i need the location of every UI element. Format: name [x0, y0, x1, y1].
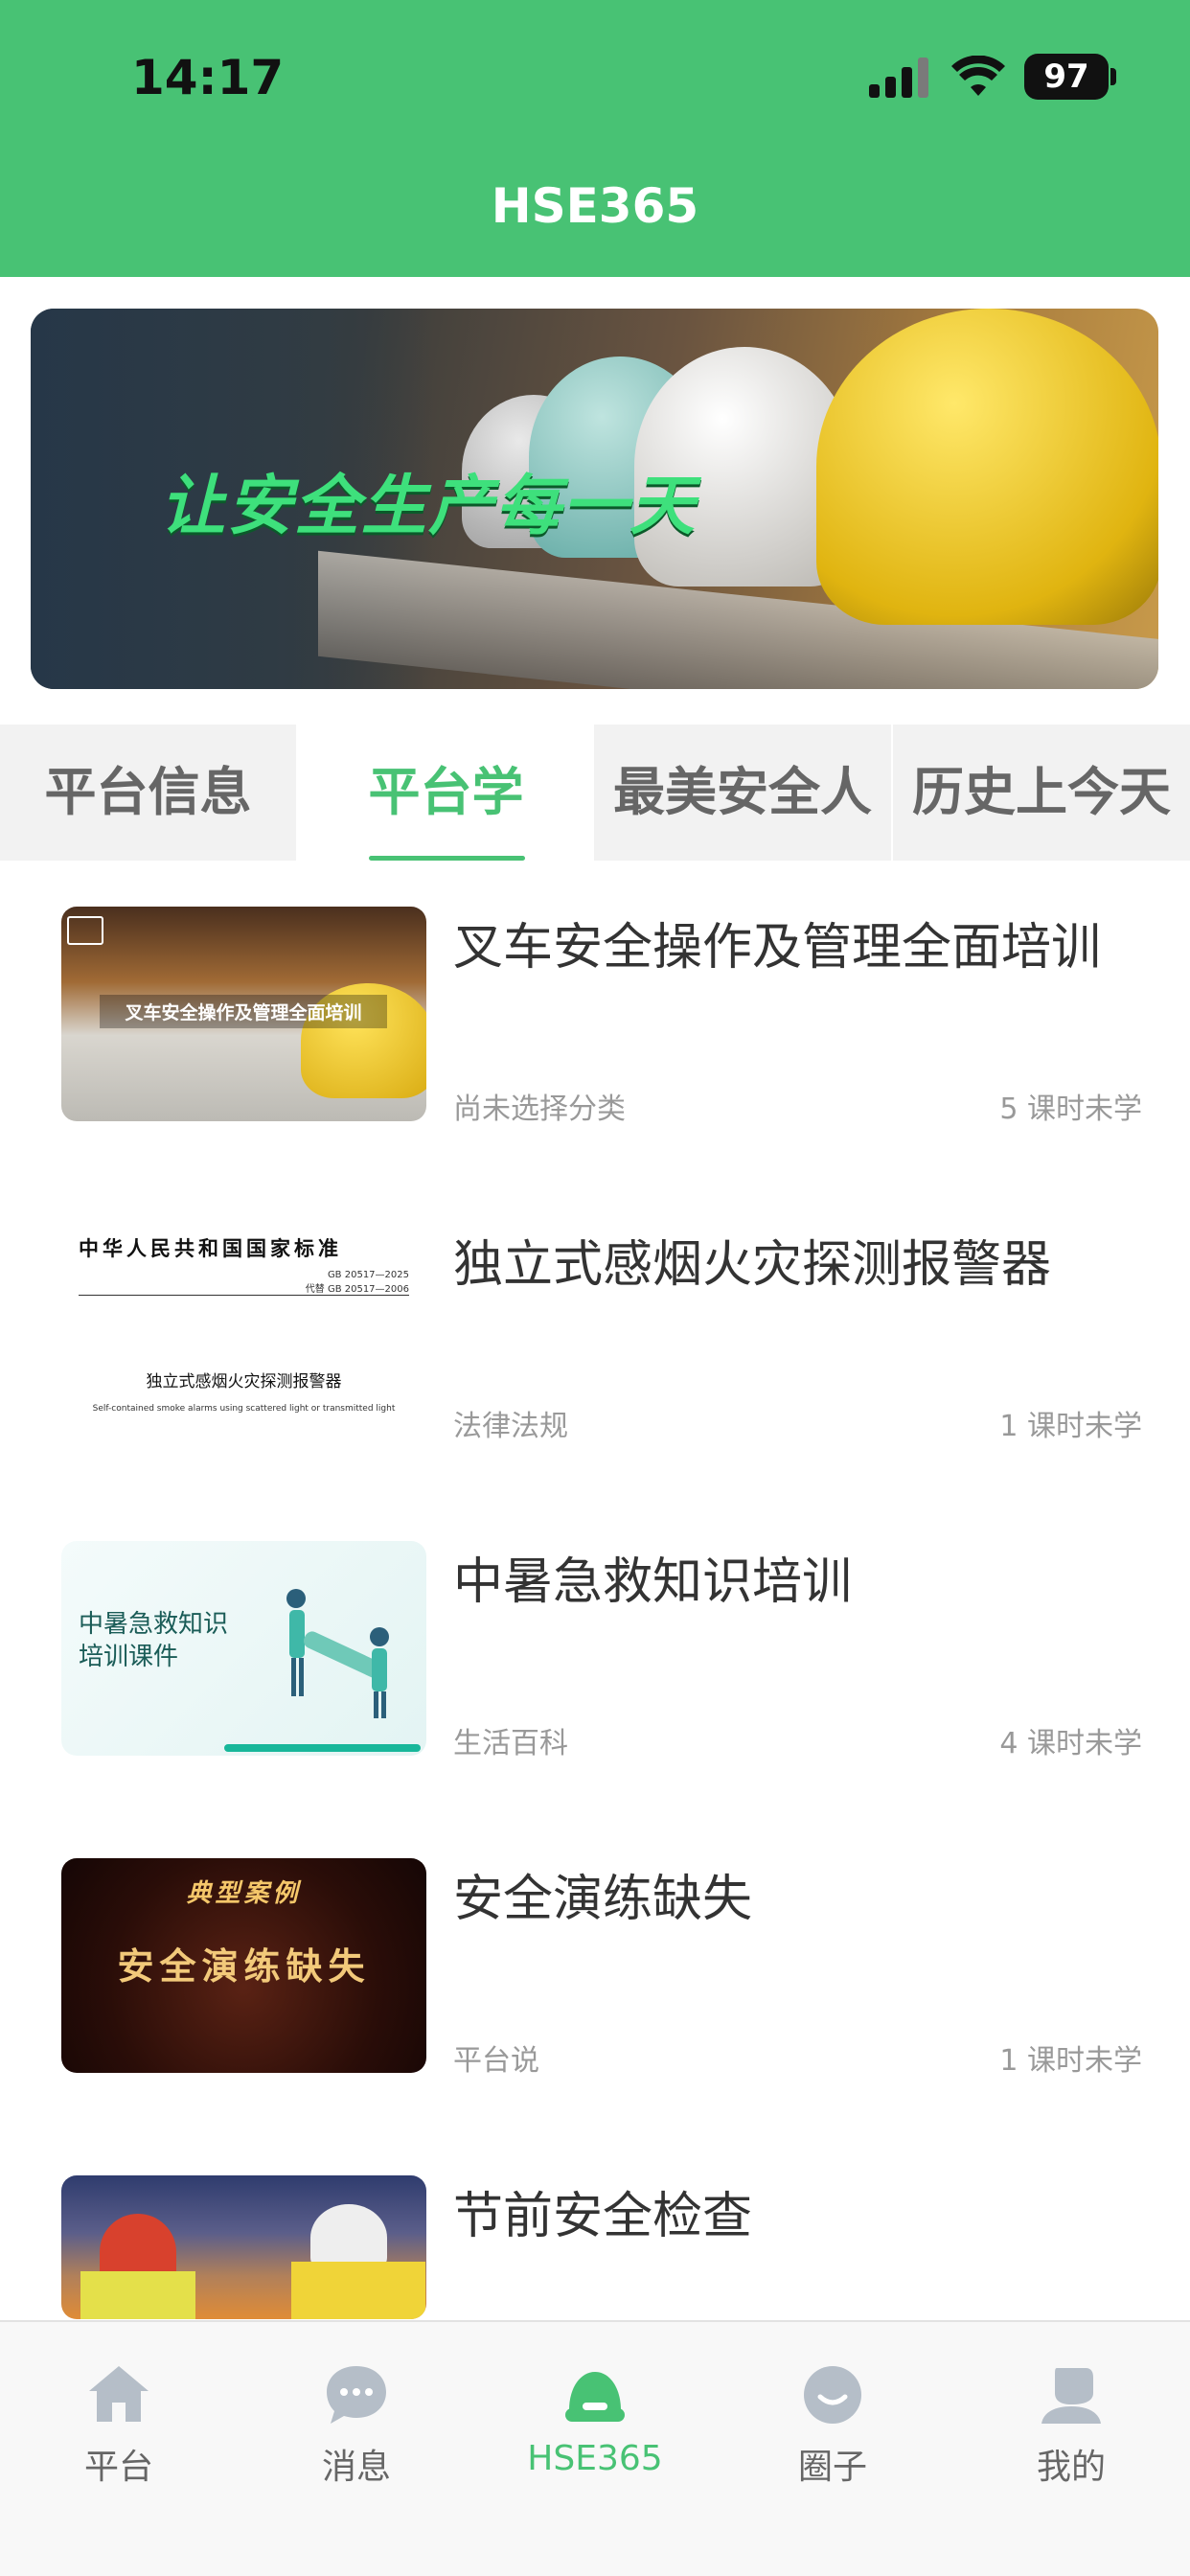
course-lessons-remaining: 4 课时未学 — [999, 1727, 1142, 1760]
home-icon — [89, 2366, 149, 2422]
banner-slogan: 让安全生产每一天 — [160, 469, 698, 544]
course-category: 法律法规 — [453, 1410, 568, 1443]
standard-code: GB 20517—2025 — [327, 1270, 409, 1280]
document-icon — [67, 916, 103, 945]
battery-cap — [1110, 68, 1116, 85]
thumbnail-standard-name: 独立式感烟火灾探测报警器 — [146, 1372, 342, 1392]
course-title: 节前安全检查 — [453, 2188, 753, 2245]
course-title: 安全演练缺失 — [453, 1871, 753, 1928]
tab-safety-heroes[interactable]: 最美安全人 — [594, 724, 891, 861]
thumbnail-standard-english: Self-contained smoke alarms using scatte… — [92, 1404, 396, 1414]
thumbnail-line: 典型案例 — [186, 1879, 302, 1908]
course-title: 中暑急救知识培训 — [453, 1553, 853, 1611]
course-category: 生活百科 — [453, 1727, 568, 1760]
course-thumbnail: 叉车安全操作及管理全面培训 — [61, 907, 426, 1121]
active-tab-indicator — [369, 856, 525, 861]
course-title: 独立式感烟火灾探测报警器 — [453, 1236, 1052, 1294]
nav-label: 圈子 — [797, 2448, 867, 2487]
thumbnail-text: 中暑急救知识 培训课件 — [79, 1608, 228, 1673]
app-header: 14:17 97 HSE365 — [0, 0, 1190, 277]
course-thumbnail: 典型案例 安全演练缺失 — [61, 1858, 426, 2073]
nav-messages[interactable]: 消息 — [280, 2360, 433, 2489]
course-title: 叉车安全操作及管理全面培训 — [453, 919, 1102, 977]
thumbnail-caption: 叉车安全操作及管理全面培训 — [100, 995, 387, 1028]
signal-icon — [869, 58, 930, 98]
course-list-item[interactable]: 中暑急救知识 培训课件 中暑急救知识培训 生活百科 4 课时未学 — [0, 1541, 1190, 1858]
smiley-icon — [804, 2366, 861, 2424]
course-lessons-remaining: 1 课时未学 — [999, 1410, 1142, 1443]
tab-platform-learning[interactable]: 平台学 — [298, 724, 594, 861]
hero-banner[interactable]: 让安全生产每一天 — [31, 309, 1158, 689]
thumbnail-standard-header: 中华人民共和国国家标准 — [79, 1236, 342, 1260]
nav-label: HSE365 — [527, 2439, 663, 2478]
person-icon — [1041, 2368, 1101, 2424]
course-thumbnail: 中暑急救知识 培训课件 — [61, 1541, 426, 1756]
chat-bubble-icon — [327, 2366, 386, 2424]
battery-indicator: 97 — [1024, 54, 1109, 100]
standard-replaces: 代替 GB 20517—2006 — [305, 1284, 409, 1295]
course-thumbnail — [61, 2175, 426, 2319]
course-category: 尚未选择分类 — [453, 1092, 626, 1126]
course-category: 平台说 — [453, 2044, 539, 2078]
status-time: 14:17 — [131, 50, 285, 105]
course-list-item[interactable]: 典型案例 安全演练缺失 安全演练缺失 平台说 1 课时未学 — [0, 1858, 1190, 2175]
nav-profile[interactable]: 我的 — [995, 2360, 1148, 2489]
tab-platform-info[interactable]: 平台信息 — [0, 724, 296, 861]
page-title: HSE365 — [491, 178, 699, 234]
thumbnail-line: 中暑急救知识 — [79, 1610, 229, 1639]
course-lessons-remaining: 5 课时未学 — [999, 1092, 1142, 1126]
course-list-item[interactable]: 中华人民共和国国家标准 GB 20517—2025 代替 GB 20517—20… — [0, 1224, 1190, 1541]
nav-label: 消息 — [321, 2448, 391, 2487]
banner-helmet-image — [816, 309, 1158, 625]
safety-vest-image — [291, 2262, 425, 2319]
first-aid-illustration — [286, 1589, 389, 1718]
thumbnail-line: 培训课件 — [79, 1643, 179, 1671]
course-lessons-remaining: 1 课时未学 — [999, 2044, 1142, 2078]
category-tabs: 平台信息 平台学 最美安全人 历史上今天 — [0, 724, 1190, 861]
nav-hse365[interactable]: HSE365 — [518, 2360, 672, 2478]
nav-label: 平台 — [83, 2448, 153, 2487]
nav-circle[interactable]: 圈子 — [756, 2360, 909, 2489]
course-list-item[interactable]: 叉车安全操作及管理全面培训 叉车安全操作及管理全面培训 尚未选择分类 5 课时未… — [0, 907, 1190, 1224]
nav-label: 我的 — [1036, 2448, 1106, 2487]
thumbnail-line: 安全演练缺失 — [117, 1945, 371, 1988]
helmet-icon — [565, 2372, 625, 2422]
nav-platform[interactable]: 平台 — [42, 2360, 195, 2489]
thumbnail-standard-number: GB 20517—2025 代替 GB 20517—2006 — [306, 1270, 409, 1295]
course-thumbnail: 中华人民共和国国家标准 GB 20517—2025 代替 GB 20517—20… — [61, 1224, 426, 1438]
decorative-bar — [224, 1744, 421, 1752]
tab-today-in-history[interactable]: 历史上今天 — [893, 724, 1190, 861]
wifi-icon — [951, 56, 1005, 96]
bottom-tab-bar: 平台 消息 HSE365 圈子 我的 — [0, 2320, 1190, 2576]
safety-vest-image — [80, 2271, 195, 2319]
divider — [79, 1295, 409, 1296]
